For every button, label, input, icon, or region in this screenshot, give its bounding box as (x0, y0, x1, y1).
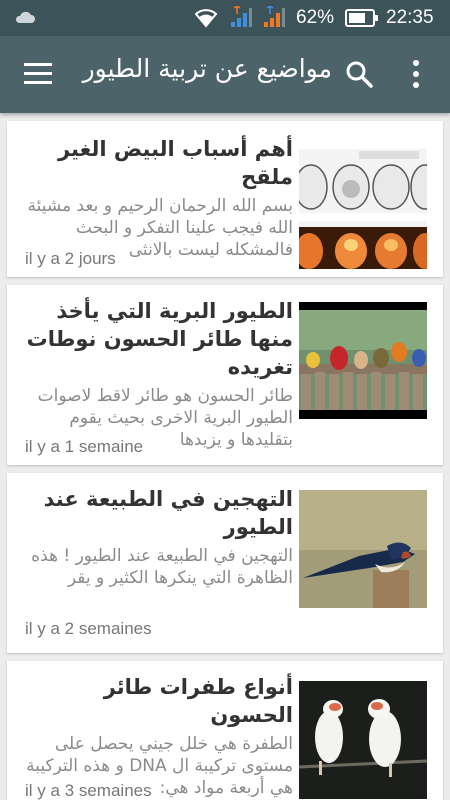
egg-candling-image (299, 149, 427, 269)
article-card[interactable]: أنواع طفرات طائر الحسون الطفرة هي خلل جي… (7, 661, 443, 800)
article-card[interactable]: التهجين في الطبيعة عند الطيور التهجين في… (7, 473, 443, 653)
clock: 22:35 (386, 7, 434, 28)
article-time: il y a 2 semaines (25, 619, 152, 638)
menu-icon[interactable] (24, 63, 52, 85)
white-goldfinch-image (299, 681, 427, 799)
battery-icon (345, 9, 378, 27)
article-card[interactable]: الطيور البرية التي يأخذ منها طائر الحسون… (7, 285, 443, 465)
article-card[interactable]: أهم أسباب البيض الغير ملقح بسم الله الرح… (7, 121, 443, 277)
wifi-icon (194, 9, 218, 28)
wild-birds-fence-image (299, 302, 427, 419)
page-title: مواضيع عن تربية الطيور (82, 54, 332, 83)
article-time: il y a 2 jours (25, 249, 116, 268)
status-bar: 62% 22:35 (0, 0, 450, 36)
article-title[interactable]: التهجين في الطبيعة عند الطيور (23, 485, 293, 541)
article-title[interactable]: أهم أسباب البيض الغير ملقح (23, 135, 293, 191)
article-title[interactable]: الطيور البرية التي يأخذ منها طائر الحسون… (23, 297, 293, 381)
cloud-notification-icon (15, 11, 35, 23)
article-feed[interactable]: أهم أسباب البيض الغير ملقح بسم الله الرح… (0, 113, 450, 800)
app-bar: مواضيع عن تربية الطيور (0, 36, 450, 113)
search-icon[interactable] (345, 60, 373, 88)
signal-sim2-icon (264, 6, 285, 27)
article-excerpt: التهجين في الطبيعة عند الطيور ! هذه الظا… (31, 546, 293, 588)
battery-percent: 62% (296, 7, 335, 28)
article-time: il y a 3 semaines (25, 781, 152, 800)
more-vert-icon[interactable] (410, 58, 422, 90)
article-title[interactable]: أنواع طفرات طائر الحسون (23, 673, 293, 729)
signal-sim1-icon (231, 6, 252, 27)
article-time: il y a 1 semaine (25, 437, 144, 456)
swallow-image (299, 490, 427, 608)
